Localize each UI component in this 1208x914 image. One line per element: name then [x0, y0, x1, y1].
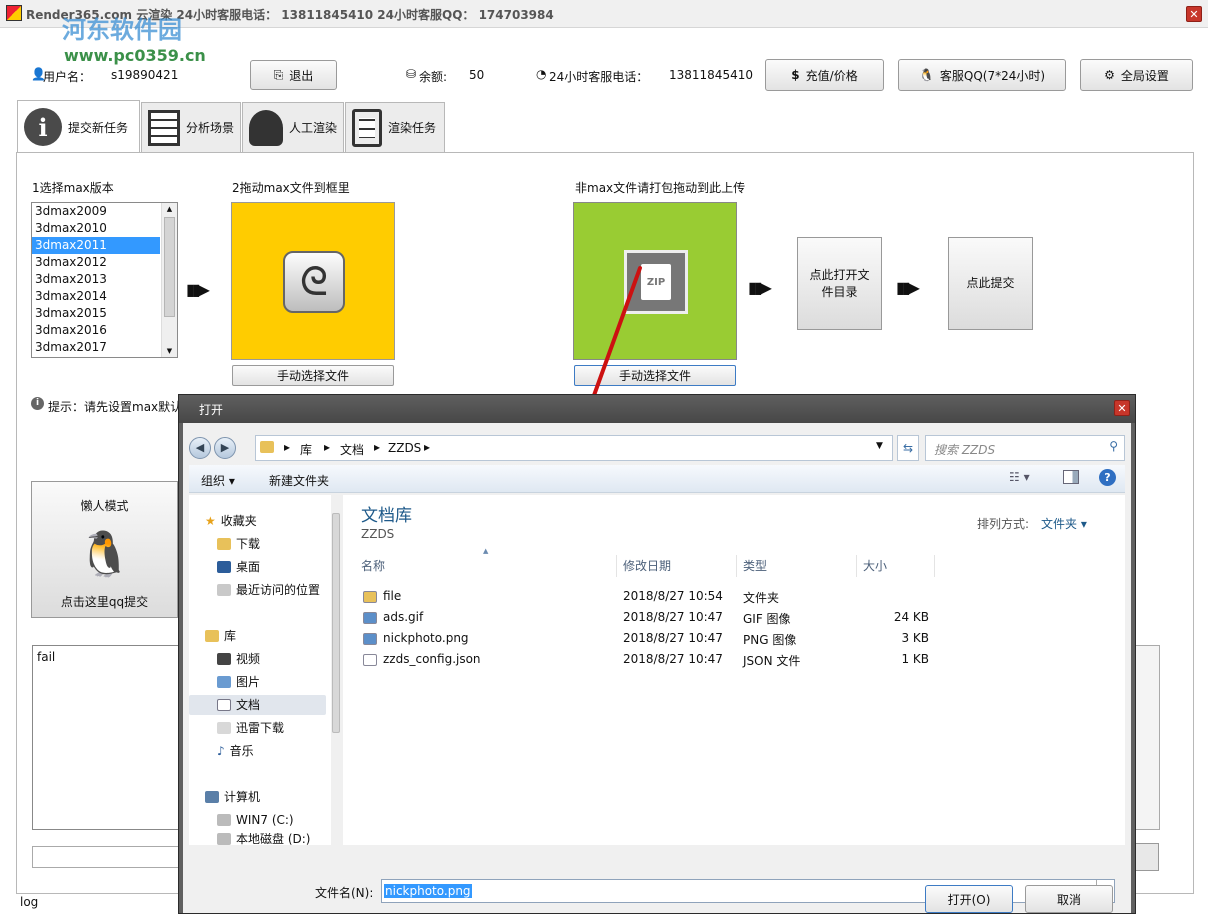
download-folder-icon	[217, 538, 231, 550]
open-file-dialog: 打开 ✕ ◀ ▶ ▸ 库 ▸ 文档 ▸ ZZDS ▸ ▼ ⇆ 搜索 ZZDS ⚲…	[178, 394, 1136, 914]
nav-music[interactable]: ♪ 音乐	[217, 741, 254, 761]
file-icon	[363, 654, 377, 666]
nav-scrollbar[interactable]	[331, 495, 341, 845]
file-type: PNG 图像	[743, 633, 797, 647]
thunder-folder-icon	[217, 722, 231, 734]
nav-videos[interactable]: 视频	[217, 649, 260, 669]
file-row[interactable]: ads.gif 2018/8/27 10:47 GIF 图像 24 KB	[343, 608, 1125, 629]
file-date: 2018/8/27 10:47	[623, 610, 723, 624]
star-icon: ★	[205, 514, 216, 528]
file-name: file	[383, 589, 402, 603]
library-icon	[205, 630, 219, 642]
dialog-title: 打开	[179, 395, 1135, 423]
breadcrumb-library[interactable]: 库	[300, 441, 312, 458]
nav-downloads[interactable]: 下载	[217, 534, 260, 554]
file-name: zzds_config.json	[383, 652, 481, 666]
search-icon[interactable]: ⚲	[1109, 439, 1118, 453]
refresh-button[interactable]: ⇆	[897, 435, 919, 461]
new-folder-button[interactable]: 新建文件夹	[269, 472, 329, 489]
file-size: 24 KB	[893, 610, 929, 624]
file-date: 2018/8/27 10:47	[623, 631, 723, 645]
dialog-toolbar: 组织 ▾ 新建文件夹 ☷ ▾ ?	[189, 465, 1125, 493]
video-icon	[217, 653, 231, 665]
filename-label: 文件名(N):	[315, 886, 374, 900]
open-button[interactable]: 打开(O)	[925, 885, 1013, 913]
dialog-close-button[interactable]: ✕	[1114, 400, 1130, 416]
image-icon	[363, 612, 377, 624]
folder-icon	[363, 591, 377, 603]
sort-dropdown[interactable]: 文件夹 ▾	[1041, 515, 1087, 532]
nav-drive-c[interactable]: WIN7 (C:)	[217, 810, 294, 830]
library-title: 文档库	[361, 506, 412, 526]
nav-recent[interactable]: 最近访问的位置	[217, 580, 320, 600]
recent-places-icon	[217, 584, 231, 596]
nav-scroll-thumb[interactable]	[332, 513, 340, 733]
forward-button[interactable]: ▶	[214, 437, 236, 459]
file-row[interactable]: file 2018/8/27 10:54 文件夹	[343, 587, 1125, 608]
nav-libraries[interactable]: 库	[205, 626, 236, 646]
file-size: 1 KB	[901, 652, 929, 666]
nav-thunder[interactable]: 迅雷下载	[217, 718, 284, 738]
file-row[interactable]: nickphoto.png 2018/8/27 10:47 PNG 图像 3 KB	[343, 629, 1125, 650]
file-type: 文件夹	[743, 591, 780, 605]
nav-drive-d[interactable]: 本地磁盘 (D:)	[217, 833, 310, 845]
search-box[interactable]: 搜索 ZZDS ⚲	[925, 435, 1125, 461]
sort-arrow-icon: ▲	[483, 547, 489, 555]
nav-desktop[interactable]: 桌面	[217, 557, 260, 577]
desktop-icon	[217, 561, 231, 573]
nav-pictures[interactable]: 图片	[217, 672, 260, 692]
file-type: GIF 图像	[743, 612, 791, 626]
column-size[interactable]: 大小	[857, 555, 935, 577]
column-date[interactable]: 修改日期	[617, 555, 737, 577]
nav-favorites[interactable]: ★ 收藏夹	[205, 511, 257, 531]
back-button[interactable]: ◀	[189, 437, 211, 459]
address-bar[interactable]: ▸ 库 ▸ 文档 ▸ ZZDS ▸ ▼	[255, 435, 893, 461]
organize-menu[interactable]: 组织 ▾	[201, 472, 235, 489]
file-name: nickphoto.png	[383, 631, 469, 645]
folder-icon	[260, 441, 274, 453]
cancel-button[interactable]: 取消	[1025, 885, 1113, 913]
drive-icon-2	[217, 833, 231, 845]
file-name: ads.gif	[383, 610, 424, 624]
drive-icon	[217, 814, 231, 826]
file-size: 3 KB	[901, 631, 929, 645]
computer-icon	[205, 791, 219, 803]
column-name[interactable]: 名称	[355, 555, 617, 577]
file-list-pane: 文档库 ZZDS 排列方式: 文件夹 ▾ 名称 修改日期 类型 大小 ▲ fil…	[343, 495, 1125, 845]
breadcrumb-zzds[interactable]: ZZDS	[388, 441, 421, 455]
dialog-body: ◀ ▶ ▸ 库 ▸ 文档 ▸ ZZDS ▸ ▼ ⇆ 搜索 ZZDS ⚲ 组织 ▾…	[183, 423, 1131, 913]
address-dropdown-icon[interactable]: ▼	[876, 441, 883, 451]
navigation-pane: ★ 收藏夹 下载 桌面 最近访问的位置 库 视频 图片 文档 迅雷下载 ♪ 音乐 计…	[189, 495, 341, 845]
file-date: 2018/8/27 10:54	[623, 589, 723, 603]
breadcrumb-documents[interactable]: 文档	[340, 441, 364, 458]
column-type[interactable]: 类型	[737, 555, 857, 577]
file-type: JSON 文件	[743, 654, 801, 668]
preview-pane-icon[interactable]	[1063, 470, 1079, 484]
nav-computer[interactable]: 计算机	[205, 787, 260, 807]
file-date: 2018/8/27 10:47	[623, 652, 723, 666]
image-icon	[363, 633, 377, 645]
picture-icon	[217, 676, 231, 688]
sort-label: 排列方式:	[977, 517, 1030, 531]
view-options-icon[interactable]: ☷ ▾	[1009, 470, 1030, 484]
documents-icon	[217, 699, 231, 711]
music-icon: ♪	[217, 744, 225, 758]
library-subtitle: ZZDS	[361, 527, 395, 541]
nav-documents[interactable]: 文档	[189, 695, 326, 715]
help-icon[interactable]: ?	[1099, 469, 1116, 486]
file-row[interactable]: zzds_config.json 2018/8/27 10:47 JSON 文件 1 …	[343, 650, 1125, 671]
